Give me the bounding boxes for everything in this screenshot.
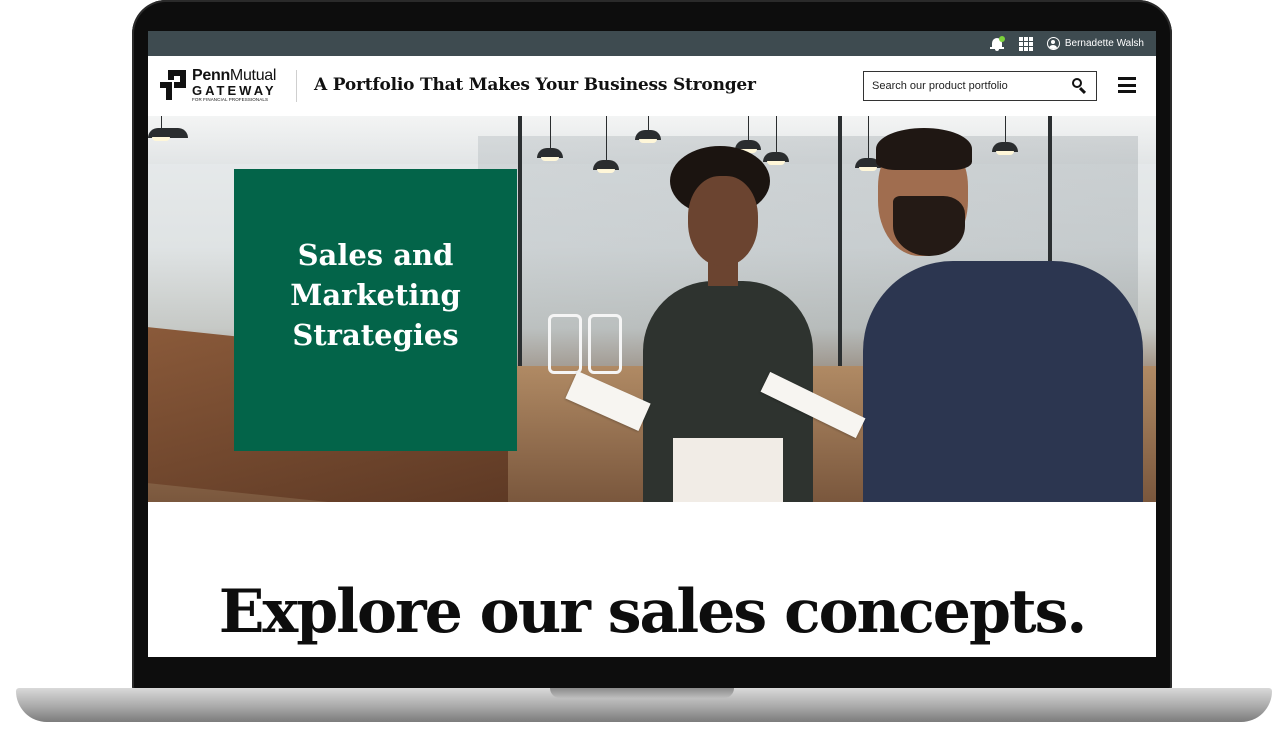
hero-banner: Sales and Marketing Strategies xyxy=(148,116,1156,502)
section-headline: Explore our sales concepts. xyxy=(218,577,1088,647)
hero-photo-woman-pants xyxy=(673,438,783,502)
ceiling-lamp xyxy=(635,130,661,143)
ceiling-lamp xyxy=(992,142,1018,155)
laptop-screen: Bernadette Walsh PennMutual GATEWAY FOR … xyxy=(148,31,1156,657)
search-icon[interactable] xyxy=(1068,75,1090,97)
lamp-cord xyxy=(648,116,649,130)
lamp-cord xyxy=(1005,116,1006,142)
hero-card-title: Sales and Marketing Strategies xyxy=(290,238,461,352)
hero-photo-woman-head xyxy=(688,176,758,266)
lamp-cord xyxy=(606,116,607,160)
lamp-cord xyxy=(550,116,551,148)
lamp-cord xyxy=(748,116,749,140)
utility-bar: Bernadette Walsh xyxy=(148,31,1156,56)
hero-photo-chair xyxy=(588,314,622,374)
ceiling-lamp xyxy=(593,160,619,173)
user-menu[interactable]: Bernadette Walsh xyxy=(1046,37,1144,50)
hero-photo-man-beard xyxy=(893,196,965,256)
search-input[interactable] xyxy=(864,73,1068,99)
notification-dot xyxy=(998,35,1005,42)
lamp-cord xyxy=(161,116,162,128)
lamp-cord xyxy=(776,116,777,152)
hero-card[interactable]: Sales and Marketing Strategies xyxy=(234,169,517,451)
search-box xyxy=(863,71,1097,101)
hamburger-menu-icon[interactable] xyxy=(1118,77,1136,93)
laptop-base-notch xyxy=(550,688,734,698)
site-header: PennMutual GATEWAY FOR FINANCIAL PROFESS… xyxy=(148,56,1156,116)
logo-tagline: FOR FINANCIAL PROFESSIONALS xyxy=(192,97,269,102)
hero-photo-man xyxy=(863,261,1143,502)
user-name: Bernadette Walsh xyxy=(1064,38,1144,49)
ceiling-lamp xyxy=(148,128,188,141)
user-circle-icon xyxy=(1046,37,1060,50)
penn-mutual-gateway-logo[interactable]: PennMutual GATEWAY FOR FINANCIAL PROFESS… xyxy=(160,67,280,103)
page-title: A Portfolio That Makes Your Business Str… xyxy=(314,75,756,95)
lamp-cord xyxy=(868,116,869,158)
hero-photo-man-hair xyxy=(876,128,972,170)
header-divider xyxy=(296,70,297,102)
logo-gateway: GATEWAY xyxy=(192,83,277,98)
ceiling-lamp xyxy=(763,152,789,165)
hero-photo-chair xyxy=(548,314,582,374)
ceiling-lamp xyxy=(537,148,563,161)
penn-mutual-logo-mark-icon xyxy=(160,70,186,100)
apps-grid-icon[interactable] xyxy=(1018,36,1033,51)
bell-icon[interactable] xyxy=(989,35,1005,52)
